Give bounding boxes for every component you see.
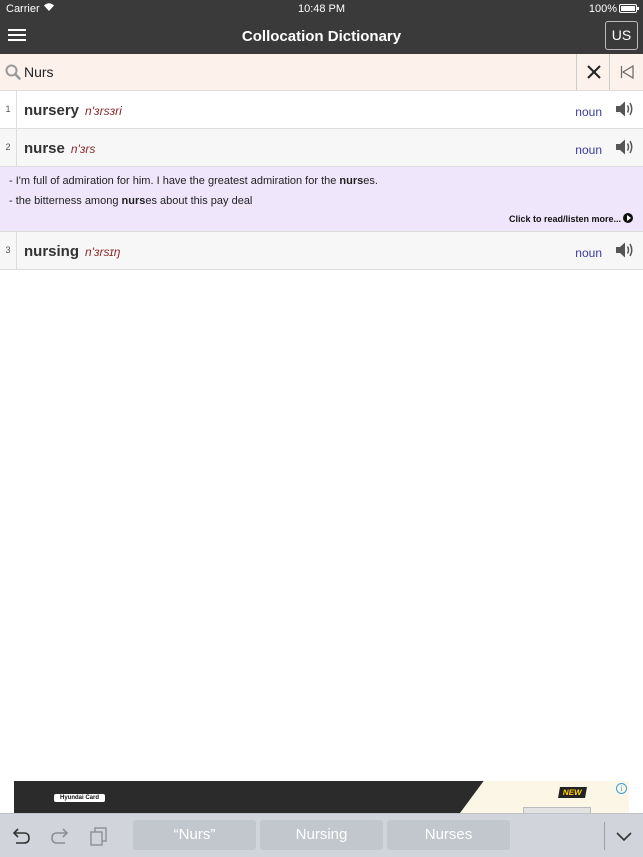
- undo-icon[interactable]: [10, 825, 32, 847]
- keyboard-suggestion-bar: “Nurs” Nursing Nurses: [0, 813, 643, 857]
- status-bar: Carrier 10:48 PM 100%: [0, 0, 643, 18]
- pronunciation: n'ɜrsɜri: [85, 104, 122, 118]
- entry-word: nursery n'ɜrsɜri: [24, 102, 122, 119]
- skip-to-start-icon: [620, 65, 634, 79]
- row-number: 2: [0, 129, 17, 166]
- page-title: Collocation Dictionary: [241, 28, 402, 45]
- row-number: 3: [0, 232, 17, 269]
- entry-word: nursing n'ɜrsɪŋ: [24, 243, 120, 260]
- ad-info-icon[interactable]: i: [616, 783, 627, 794]
- suggestion-3[interactable]: Nurses: [387, 820, 510, 850]
- list-item[interactable]: 1 nursery n'ɜrsɜri noun: [0, 91, 643, 129]
- hamburger-menu-icon[interactable]: [8, 26, 28, 46]
- clock: 10:48 PM: [297, 3, 346, 15]
- highlighted-term: nurs: [121, 195, 146, 207]
- row-number: 1: [0, 91, 17, 128]
- dismiss-keyboard-icon[interactable]: [613, 825, 635, 847]
- part-of-speech: noun: [575, 246, 602, 260]
- list-item[interactable]: 3 nursing n'ɜrsɪŋ noun: [0, 232, 643, 270]
- clear-search-button[interactable]: [576, 54, 609, 90]
- battery-percent: 100%: [588, 3, 617, 15]
- ad-new-badge: NEW: [558, 787, 587, 798]
- word-text: nursing: [24, 243, 79, 260]
- jump-to-first-button[interactable]: [609, 54, 643, 90]
- paste-icon[interactable]: [88, 825, 110, 847]
- play-icon: [623, 213, 633, 223]
- ad-banner[interactable]: Hyundai Card NEW i: [14, 781, 629, 813]
- list-item[interactable]: 2 nurse n'ɜrs noun: [0, 129, 643, 167]
- pronunciation: n'ɜrsɪŋ: [85, 245, 121, 259]
- divider: [604, 822, 605, 850]
- search-bar: [0, 54, 643, 91]
- suggestion-2[interactable]: Nursing: [260, 820, 383, 850]
- word-text: nurse: [24, 140, 65, 157]
- redo-icon[interactable]: [49, 825, 71, 847]
- speaker-icon[interactable]: [615, 100, 635, 118]
- word-text: nursery: [24, 102, 80, 119]
- speaker-icon[interactable]: [615, 241, 635, 259]
- example-sentence: - I'm full of admiration for him. I have…: [9, 175, 378, 187]
- close-icon: [587, 65, 601, 79]
- search-icon: [5, 64, 21, 80]
- example-sentence: - the bitterness among nurses about this…: [9, 195, 253, 207]
- example-sentences-panel[interactable]: - I'm full of admiration for him. I have…: [0, 167, 643, 232]
- region-toggle-button[interactable]: US: [605, 21, 638, 50]
- part-of-speech: noun: [575, 143, 602, 157]
- suggestion-1[interactable]: “Nurs”: [133, 820, 256, 850]
- part-of-speech: noun: [575, 105, 602, 119]
- entry-word: nurse n'ɜrs: [24, 140, 95, 157]
- navigation-bar: Collocation Dictionary US: [0, 18, 643, 54]
- search-input[interactable]: [24, 54, 574, 90]
- highlighted-term: nurs: [339, 175, 364, 187]
- pronunciation: n'ɜrs: [70, 142, 96, 156]
- results-list: 1 nursery n'ɜrsɜri noun 2 nurse n'ɜrs noun…: [0, 91, 643, 270]
- ad-logo: Hyundai Card: [54, 794, 106, 802]
- speaker-icon[interactable]: [615, 138, 635, 156]
- read-more-link[interactable]: Click to read/listen more...: [509, 213, 633, 224]
- battery-icon: [619, 4, 639, 13]
